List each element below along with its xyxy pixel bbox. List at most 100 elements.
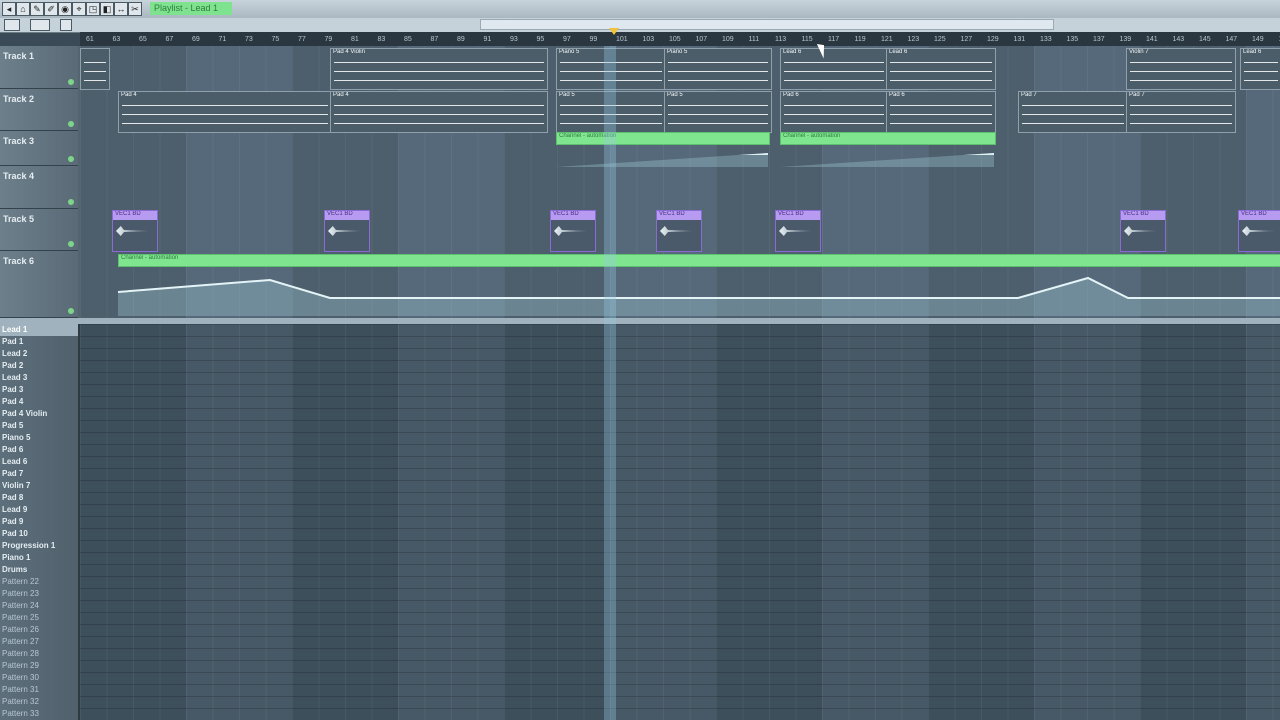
pattern-list-item[interactable]: Pad 9 <box>0 516 78 528</box>
playhead-marker-icon[interactable] <box>609 28 619 35</box>
slip-icon[interactable]: ↔ <box>114 2 128 16</box>
pattern-clip[interactable]: Pad 4 Violin <box>330 48 548 90</box>
pattern-list-item[interactable]: Piano 5 <box>0 432 78 444</box>
pattern-clip[interactable] <box>80 48 110 90</box>
pattern-list-item[interactable]: Pattern 22 <box>0 576 78 588</box>
pattern-list-item[interactable]: Pad 4 Violin <box>0 408 78 420</box>
pattern-clip[interactable]: Pad 6 <box>780 91 888 133</box>
menu-icon[interactable]: ◂ <box>2 2 16 16</box>
track-header-5[interactable]: Track 5 <box>0 209 78 251</box>
ruler-tick-label: 101 <box>616 36 628 43</box>
pencil-icon[interactable]: ✎ <box>30 2 44 16</box>
pattern-list-item[interactable]: Lead 2 <box>0 348 78 360</box>
audio-clip[interactable]: VEC1 BD <box>656 210 702 252</box>
pattern-list-item[interactable]: Pattern 23 <box>0 588 78 600</box>
ruler-tick-label: 123 <box>907 36 920 43</box>
pattern-list-item[interactable]: Pad 10 <box>0 528 78 540</box>
pattern-grid[interactable] <box>80 324 1280 720</box>
audio-clip[interactable]: VEC1 BD <box>324 210 370 252</box>
audio-clip[interactable]: VEC1 BD <box>775 210 821 252</box>
pattern-list-item[interactable]: Pattern 33 <box>0 708 78 720</box>
pattern-list-item[interactable]: Pattern 29 <box>0 660 78 672</box>
pattern-list-item[interactable]: Progression 1 <box>0 540 78 552</box>
pattern-list-item[interactable]: Piano 1 <box>0 552 78 564</box>
pattern-list-item[interactable]: Pad 1 <box>0 336 78 348</box>
slice-icon[interactable]: ✂ <box>128 2 142 16</box>
audio-clip-label: VEC1 BD <box>325 211 369 220</box>
audio-clip[interactable]: VEC1 BD <box>1120 210 1166 252</box>
pin-icon[interactable] <box>60 19 72 31</box>
collapse-icon[interactable] <box>4 19 20 31</box>
ruler-tick-label: 79 <box>324 36 333 43</box>
track-enable-icon[interactable] <box>68 156 74 162</box>
pattern-clip[interactable]: Pad 5 <box>664 91 772 133</box>
ruler-tick-label: 143 <box>1172 36 1185 43</box>
waveform <box>554 226 586 236</box>
track-header-1[interactable]: Track 1 <box>0 46 78 89</box>
audio-clip[interactable]: VEC1 BD <box>112 210 158 252</box>
track-header-6[interactable]: Track 6 <box>0 251 78 318</box>
ruler-tick-label: 105 <box>669 36 681 43</box>
timeline-ruler[interactable]: 61 63 65 67 69 71 73 75 77 79 81 83 85 87 89 91 93 95 97 99… <box>80 32 1280 46</box>
automation-clip[interactable]: Channel - automation <box>780 132 996 145</box>
track-enable-icon[interactable] <box>68 79 74 85</box>
pattern-clip[interactable]: Pad 6 <box>886 91 996 133</box>
track-label: Track 5 <box>3 214 35 224</box>
ruler-tick-label: 103 <box>642 36 655 43</box>
pattern-clip[interactable]: Pad 4 <box>330 91 548 133</box>
track-enable-icon[interactable] <box>68 199 74 205</box>
mute-icon[interactable]: ◧ <box>100 2 114 16</box>
audio-clip-label: VEC1 BD <box>551 211 595 220</box>
pattern-clip[interactable]: Lead 6 <box>1240 48 1280 90</box>
audio-clip[interactable]: VEC1 BD <box>550 210 596 252</box>
pattern-list-item[interactable]: Violin 7 <box>0 480 78 492</box>
pattern-list-item[interactable]: Pad 7 <box>0 468 78 480</box>
pattern-clip[interactable]: Lead 6 <box>886 48 996 90</box>
track-header-4[interactable]: Track 4 <box>0 166 78 209</box>
track-header-3[interactable]: Track 3 <box>0 131 78 166</box>
pattern-clip[interactable]: Pad 7 <box>1126 91 1236 133</box>
brush-icon[interactable]: ✐ <box>44 2 58 16</box>
pattern-list-item[interactable]: Lead 1 <box>0 324 78 336</box>
pattern-list-item[interactable]: Pad 8 <box>0 492 78 504</box>
pattern-clip[interactable]: Piano 5 <box>664 48 772 90</box>
audio-clip[interactable]: VEC1 BD <box>1238 210 1280 252</box>
pattern-clip[interactable]: Lead 6 <box>780 48 888 90</box>
pattern-list-item[interactable]: Pattern 32 <box>0 696 78 708</box>
track-header-2[interactable]: Track 2 <box>0 89 78 131</box>
pattern-list-item[interactable]: Pad 2 <box>0 360 78 372</box>
pattern-list-item[interactable]: Pattern 25 <box>0 612 78 624</box>
pattern-list-item[interactable]: Lead 6 <box>0 456 78 468</box>
view-options-icon[interactable] <box>30 19 50 31</box>
track-enable-icon[interactable] <box>68 121 74 127</box>
pattern-list-item[interactable]: Pattern 30 <box>0 672 78 684</box>
ruler-tick-label: 107 <box>695 36 708 43</box>
pattern-clip[interactable]: Pad 7 <box>1018 91 1128 133</box>
pattern-list-item[interactable]: Pattern 24 <box>0 600 78 612</box>
ruler-tick-label: 149 <box>1252 36 1264 43</box>
ruler-tick-label: 77 <box>298 36 306 43</box>
pattern-clip[interactable]: Pad 4 <box>118 91 332 133</box>
pattern-list-item[interactable]: Drums <box>0 564 78 576</box>
pattern-list-item[interactable]: Pattern 26 <box>0 624 78 636</box>
snap-icon[interactable]: ◳ <box>86 2 100 16</box>
pattern-list-item[interactable]: Pad 4 <box>0 396 78 408</box>
automation-envelope[interactable] <box>118 266 1280 316</box>
record-icon[interactable]: ◉ <box>58 2 72 16</box>
home-icon[interactable]: ⌂ <box>16 2 30 16</box>
pattern-list-item[interactable]: Lead 9 <box>0 504 78 516</box>
pattern-list-item[interactable]: Pad 5 <box>0 420 78 432</box>
horizontal-scrollbar[interactable] <box>480 19 1054 30</box>
track-enable-icon[interactable] <box>68 308 74 314</box>
pattern-list-item[interactable]: Pad 6 <box>0 444 78 456</box>
select-icon[interactable]: ⌖ <box>72 2 86 16</box>
pattern-list-item[interactable]: Pattern 27 <box>0 636 78 648</box>
ruler-tick-label: 73 <box>245 36 253 43</box>
pattern-list-item[interactable]: Pattern 31 <box>0 684 78 696</box>
pattern-list-item[interactable]: Pad 3 <box>0 384 78 396</box>
automation-clip[interactable]: Channel - automation <box>556 132 770 145</box>
pattern-list-item[interactable]: Lead 3 <box>0 372 78 384</box>
track-enable-icon[interactable] <box>68 241 74 247</box>
pattern-clip[interactable]: Violin 7 <box>1126 48 1236 90</box>
pattern-list-item[interactable]: Pattern 28 <box>0 648 78 660</box>
